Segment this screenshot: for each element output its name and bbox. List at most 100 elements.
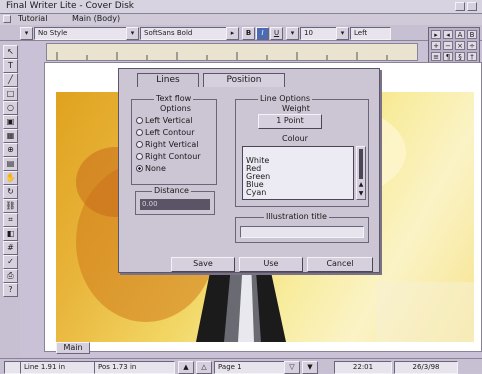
text-flow-group: Text flow Options Left Vertical Left Con… — [131, 94, 217, 185]
table-tool-icon[interactable]: ▦ — [3, 129, 18, 143]
pointer-tool-icon[interactable]: ↖ — [3, 45, 18, 59]
page-indicator: Page 1 — [214, 361, 285, 374]
palette-icon[interactable]: § — [455, 52, 465, 61]
format-toolbar: ▾ No Style ▾ SoftSans Bold ▸ B I U ▾ 10 … — [0, 25, 482, 41]
palette-icon[interactable]: ≡ — [431, 52, 441, 61]
clock-date: 26/3/98 — [394, 361, 458, 374]
fill-tool-icon[interactable]: ◧ — [3, 227, 18, 241]
radio-icon — [136, 141, 143, 148]
menu-item-tutorial[interactable]: Tutorial — [18, 14, 47, 23]
weight-label: Weight — [280, 104, 312, 113]
illustration-group: Illustration title — [235, 212, 369, 243]
palette-icon[interactable]: ◂ — [443, 30, 453, 39]
palette-icon[interactable]: B — [467, 30, 477, 39]
option-none[interactable]: None — [136, 164, 166, 173]
page-up-icon[interactable]: ▲ — [178, 361, 194, 374]
palette-icon[interactable]: A — [455, 30, 465, 39]
palette-icon[interactable]: + — [431, 41, 441, 50]
bold-button[interactable]: B — [242, 27, 255, 40]
cursor-position: Pos 1.73 in — [94, 361, 175, 374]
horizontal-ruler[interactable] — [46, 43, 418, 61]
option-right-contour[interactable]: Right Contour — [136, 152, 201, 161]
align-field[interactable]: Left — [350, 27, 391, 40]
line-options-group: Line Options Weight 1 Point Colour White… — [235, 94, 369, 207]
close-gadget-icon[interactable] — [3, 15, 11, 23]
palette-icon[interactable]: † — [467, 52, 477, 61]
colour-list[interactable]: White Red Green Blue Cyan — [242, 146, 354, 200]
save-button[interactable]: Save — [171, 257, 235, 272]
font-field[interactable]: SoftSans Bold — [140, 27, 227, 40]
hand-tool-icon[interactable]: ✋ — [3, 171, 18, 185]
align-popup-icon[interactable]: ▾ — [336, 27, 349, 40]
cancel-button[interactable]: Cancel — [307, 257, 373, 272]
option-left-vertical[interactable]: Left Vertical — [136, 116, 193, 125]
clock-time: 22:01 — [334, 361, 392, 374]
page-tool-icon[interactable]: ▤ — [3, 157, 18, 171]
illustration-label: Illustration title — [264, 212, 329, 221]
size-popup-icon[interactable]: ▾ — [286, 27, 299, 40]
italic-button[interactable]: I — [256, 27, 269, 40]
distance-label: Distance — [152, 186, 191, 195]
colour-scrollbar[interactable]: ▲ ▼ — [356, 146, 366, 200]
style-field[interactable]: No Style — [34, 27, 127, 40]
zoom-gadget-icon[interactable] — [467, 2, 477, 11]
status-icon — [4, 361, 21, 374]
illustration-title-input[interactable] — [240, 226, 364, 238]
status-bar: Line 1.91 in Pos 1.73 in ▲ △ Page 1 ▽ ▼ … — [0, 358, 482, 374]
scroll-down-icon[interactable]: ▼ — [357, 190, 365, 198]
font-popup-icon[interactable]: ▾ — [126, 27, 139, 40]
option-left-contour[interactable]: Left Contour — [136, 128, 195, 137]
tab-lines[interactable]: Lines — [137, 73, 199, 87]
palette-icon[interactable]: ¶ — [443, 52, 453, 61]
font-popup-arrow-icon[interactable]: ▸ — [226, 27, 239, 40]
option-label: Right Contour — [145, 152, 201, 161]
palette-icon[interactable]: − — [443, 41, 453, 50]
option-right-vertical[interactable]: Right Vertical — [136, 140, 199, 149]
window-title: Final Writer Lite - Cover Disk — [6, 1, 135, 11]
tab-position[interactable]: Position — [203, 73, 285, 87]
text-flow-subtitle: Options — [158, 104, 193, 113]
style-popup-icon[interactable]: ▾ — [20, 27, 33, 40]
use-button[interactable]: Use — [239, 257, 303, 272]
spell-tool-icon[interactable]: ✓ — [3, 255, 18, 269]
line-tool-icon[interactable]: ╱ — [3, 73, 18, 87]
scroll-thumb[interactable] — [359, 149, 363, 179]
tool-strip: ↖ T ╱ □ ○ ▣ ▦ ⊕ ▤ ✋ ↻ ⛓ ⌗ ◧ # ✓ ⎙ ? — [0, 41, 20, 361]
page-down-alt-icon[interactable]: ▼ — [302, 361, 318, 374]
menu-item-main[interactable]: Main (Body) — [72, 14, 120, 23]
help-tool-icon[interactable]: ? — [3, 283, 18, 297]
option-label: Right Vertical — [145, 140, 199, 149]
crop-tool-icon[interactable]: ⌗ — [3, 213, 18, 227]
underline-button[interactable]: U — [270, 27, 283, 40]
radio-icon — [136, 129, 143, 136]
page-down-icon[interactable]: ▽ — [284, 361, 300, 374]
print-tool-icon[interactable]: ⎙ — [3, 269, 18, 283]
link-tool-icon[interactable]: ⛓ — [3, 199, 18, 213]
oval-tool-icon[interactable]: ○ — [3, 101, 18, 115]
page-up-alt-icon[interactable]: △ — [196, 361, 212, 374]
palette-icon[interactable]: ▸ — [431, 30, 441, 39]
graphic-options-dialog: Lines Position Text flow Options Left Ve… — [118, 68, 380, 273]
box-tool-icon[interactable]: □ — [3, 87, 18, 101]
line-position: Line 1.91 in — [20, 361, 95, 374]
ruler-ticks — [56, 52, 388, 60]
line-options-title: Line Options — [258, 94, 313, 103]
palette-icon[interactable]: ÷ — [467, 41, 477, 50]
text-flow-title: Text flow — [154, 94, 194, 103]
scroll-up-icon[interactable]: ▲ — [357, 181, 365, 189]
weight-button[interactable]: 1 Point — [258, 114, 322, 129]
doc-tab-main[interactable]: Main — [56, 342, 90, 354]
radio-selected-icon — [136, 165, 143, 172]
depth-gadget-icon[interactable] — [455, 2, 465, 11]
zoom-tool-icon[interactable]: ⊕ — [3, 143, 18, 157]
rotate-tool-icon[interactable]: ↻ — [3, 185, 18, 199]
size-field[interactable]: 10 — [300, 27, 337, 40]
text-tool-icon[interactable]: T — [3, 59, 18, 73]
grid-tool-icon[interactable]: # — [3, 241, 18, 255]
option-label: Left Contour — [145, 128, 195, 137]
picture-tool-icon[interactable]: ▣ — [3, 115, 18, 129]
list-item[interactable]: Cyan — [243, 189, 353, 197]
palette-icon[interactable]: × — [455, 41, 465, 50]
window-title-bar[interactable]: Final Writer Lite - Cover Disk — [0, 0, 482, 14]
distance-input[interactable]: 0.00 — [140, 199, 210, 210]
